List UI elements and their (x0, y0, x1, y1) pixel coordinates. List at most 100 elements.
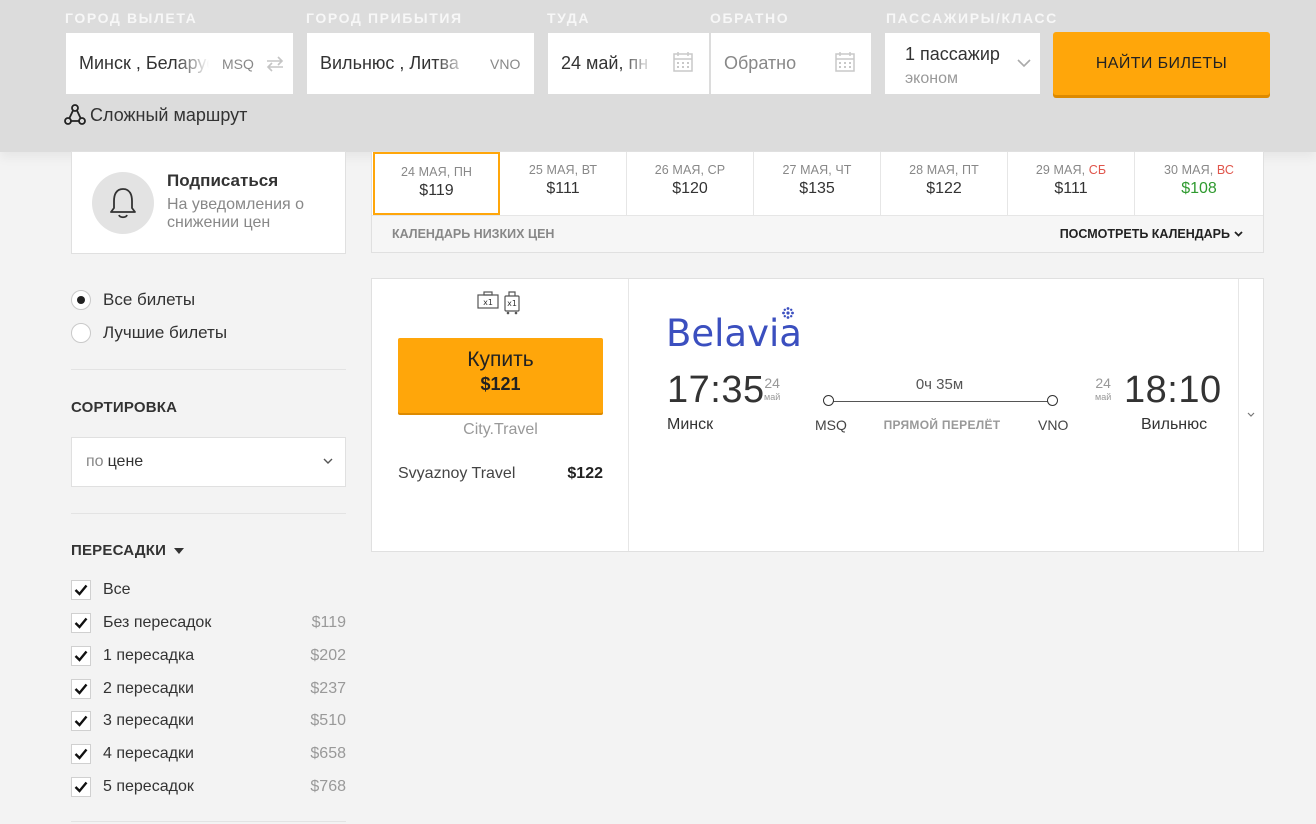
swap-icon[interactable] (265, 56, 285, 75)
stops-filter-row[interactable]: Все (71, 580, 346, 600)
chevron-down-icon (323, 458, 333, 464)
stops-filter-row[interactable]: Без пересадок $119 (71, 613, 346, 633)
stops-price: $768 (310, 778, 346, 795)
radio-checked[interactable] (71, 290, 91, 310)
route-start-dot (823, 395, 834, 406)
dep-day: 24 (764, 375, 780, 391)
checkbox-checked[interactable] (71, 613, 91, 633)
baggage-info: x1 x1 (477, 291, 521, 315)
text-fade (620, 33, 654, 94)
date-price: $119 (419, 182, 454, 199)
arr-month: май (1095, 392, 1112, 402)
complex-route-link[interactable]: Сложный маршрут (64, 104, 247, 126)
passengers-value: 1 пассажир (905, 44, 1000, 64)
find-tickets-button[interactable]: НАЙТИ БИЛЕТЫ (1053, 32, 1270, 95)
date-cell[interactable]: 27 МАЯ, ЧТ $135 (754, 152, 881, 215)
ticket-card[interactable]: x1 x1 Купить $121 City.Travel Svyaznoy T… (371, 278, 1264, 552)
complex-route-label: Сложный маршрут (90, 104, 248, 125)
date-cell[interactable]: 26 МАЯ, СР $120 (627, 152, 754, 215)
buy-label: Купить (467, 348, 534, 371)
baggage-icon: x1 (477, 291, 499, 309)
divider (71, 513, 346, 514)
stops-label: 2 пересадки (103, 680, 194, 697)
calendar-icon (673, 52, 693, 72)
search-bar: ГОРОД ВЫЛЕТА ГОРОД ПРИБЫТИЯ ТУДА ОБРАТНО… (0, 0, 1316, 152)
stops-price: $510 (310, 712, 346, 729)
sort-value: цене (107, 453, 144, 470)
stops-filter-row[interactable]: 4 пересадки $658 (71, 744, 346, 764)
date-cell[interactable]: 28 МАЯ, ПТ $122 (881, 152, 1008, 215)
stops-title[interactable]: ПЕРЕСАДКИ (71, 542, 185, 559)
stops-label: 5 пересадок (103, 778, 194, 795)
date-text: 30 МАЯ, (1163, 163, 1214, 177)
date-text: 27 МАЯ, (782, 163, 832, 177)
checkbox-checked[interactable] (71, 777, 91, 797)
low-price-calendar-label: КАЛЕНДАРЬ НИЗКИХ ЦЕН (392, 227, 555, 241)
calendar-icon (835, 52, 855, 72)
from-city-input[interactable]: Минск , Беларусь MSQ (66, 33, 293, 94)
radio-unchecked[interactable] (71, 323, 91, 343)
return-label: ОБРАТНО (710, 10, 790, 26)
stops-label: Все (103, 581, 131, 598)
caret-down-icon (174, 548, 185, 555)
return-date-placeholder: Обратно (724, 53, 797, 73)
stops-label: Без пересадок (103, 614, 212, 631)
date-cell[interactable]: 25 МАЯ, ВТ $111 (500, 152, 627, 215)
checkbox-checked[interactable] (71, 679, 91, 699)
radio-all-tickets[interactable]: Все билеты (71, 290, 195, 310)
date-label: 26 МАЯ, СР (627, 163, 753, 177)
stops-filter-row[interactable]: 3 пересадки $510 (71, 711, 346, 731)
stops-price: $202 (310, 647, 346, 664)
stops-price: $237 (310, 680, 346, 697)
route-icon (64, 104, 86, 125)
arrival-city: Вильнюс (1141, 416, 1208, 433)
other-offer-price: $122 (567, 465, 603, 482)
date-price-best: $108 (1181, 180, 1217, 197)
chevron-down-icon (1247, 412, 1255, 417)
svg-text:x1: x1 (507, 299, 517, 308)
to-code: VNO (490, 56, 521, 72)
sort-select[interactable]: по цене (71, 437, 346, 487)
divider (71, 369, 346, 370)
passengers-label: ПАССАЖИРЫ/КЛАСС (886, 10, 1058, 26)
departure-date: 24 май (764, 376, 780, 404)
stops-filter-row[interactable]: 1 пересадка $202 (71, 646, 346, 666)
radio-best-tickets[interactable]: Лучшие билеты (71, 323, 227, 343)
date-cell[interactable]: 29 МАЯ, СБ $111 (1008, 152, 1135, 215)
date-price: $122 (926, 180, 962, 197)
buy-button[interactable]: Купить $121 (398, 338, 603, 413)
date-price: $120 (672, 180, 708, 197)
view-calendar-link[interactable]: ПОСМОТРЕТЬ КАЛЕНДАРЬ (1060, 227, 1243, 241)
calendar-footer: КАЛЕНДАРЬ НИЗКИХ ЦЕН ПОСМОТРЕТЬ КАЛЕНДАР… (372, 216, 1263, 252)
ticket-price-column: x1 x1 Купить $121 City.Travel Svyaznoy T… (372, 279, 629, 551)
expand-ticket-button[interactable] (1238, 279, 1263, 551)
checkbox-checked[interactable] (71, 711, 91, 731)
date-label: 29 МАЯ, СБ (1008, 163, 1134, 177)
subscribe-card[interactable]: Подписаться На уведомления о снижении це… (71, 151, 346, 254)
return-date-input[interactable]: Обратно (711, 33, 871, 94)
other-offer-link[interactable]: Svyaznoy Travel $122 (398, 465, 603, 483)
date-cell-selected[interactable]: 24 МАЯ, ПН $119 (373, 152, 500, 215)
date-label: 28 МАЯ, ПТ (881, 163, 1007, 177)
subscribe-text: На уведомления о снижении цен (167, 196, 305, 231)
checkbox-checked[interactable] (71, 646, 91, 666)
depart-date-input[interactable]: 24 май, пн (548, 33, 709, 94)
stops-filter-row[interactable]: 5 пересадок $768 (71, 777, 346, 797)
arrival-time: 18:10 (1124, 369, 1222, 411)
date-price: $111 (1054, 180, 1088, 197)
date-label: 30 МАЯ, ВС (1135, 163, 1263, 177)
weekday-text: ПН (453, 165, 473, 179)
checkbox-checked[interactable] (71, 580, 91, 600)
to-city-input[interactable]: Вильнюс , Литва VNO (307, 33, 534, 94)
to-label: ГОРОД ПРИБЫТИЯ (306, 10, 463, 26)
sort-title: СОРТИРОВКА (71, 399, 178, 416)
checkbox-checked[interactable] (71, 744, 91, 764)
class-value: эконом (905, 70, 958, 87)
weekday-text: ПТ (962, 163, 979, 177)
flight-duration: 0ч 35м (915, 376, 964, 393)
stops-label: 1 пересадка (103, 647, 195, 664)
date-cell-best[interactable]: 30 МАЯ, ВС $108 (1135, 152, 1263, 215)
date-label: 25 МАЯ, ВТ (500, 163, 626, 177)
subscribe-title: Подписаться (167, 171, 279, 190)
stops-filter-row[interactable]: 2 пересадки $237 (71, 679, 346, 699)
